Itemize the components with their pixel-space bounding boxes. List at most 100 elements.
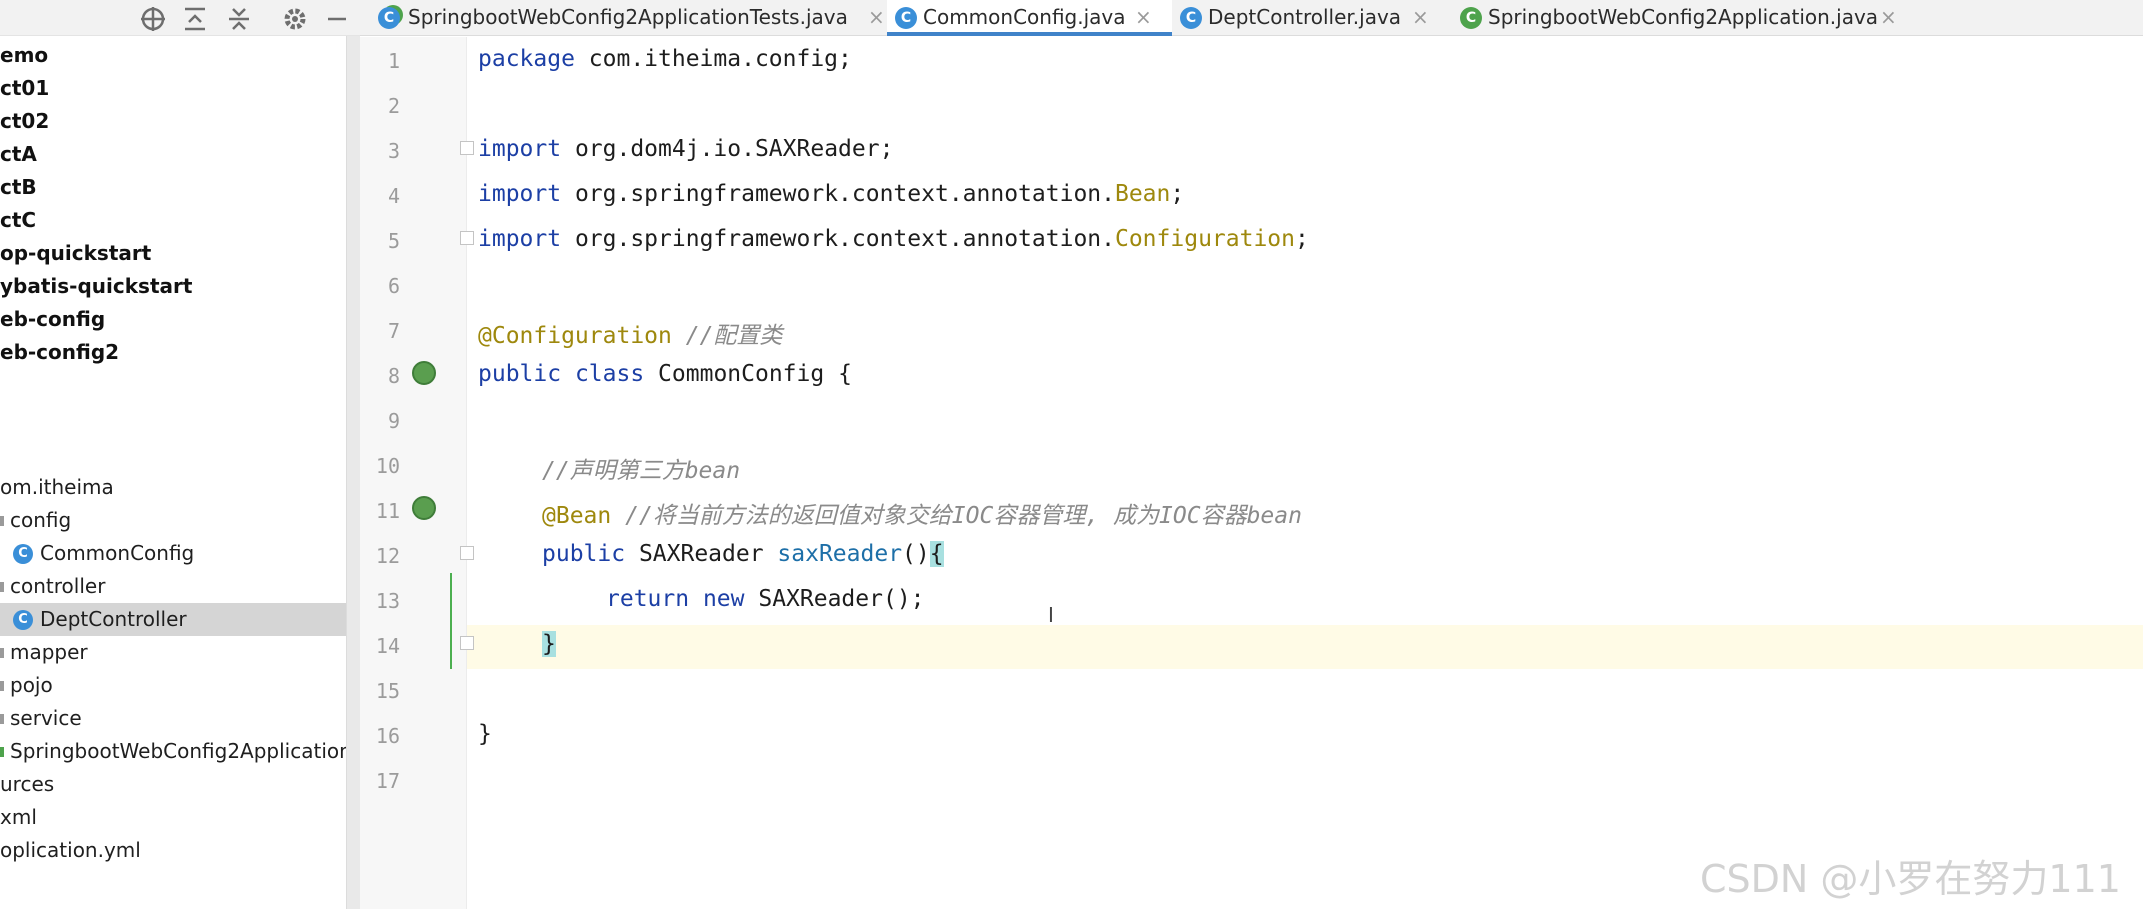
spring-bean-gutter-icon[interactable]: [412, 496, 436, 520]
tree-item-label: mapper: [10, 640, 88, 664]
code-token: {: [929, 541, 944, 567]
tree-item-class-selected[interactable]: C DeptController: [0, 603, 346, 636]
tree-item-module[interactable]: emo: [0, 39, 346, 72]
tree-item-label: CommonConfig: [40, 541, 195, 565]
tree-item-file[interactable]: oplication.yml: [0, 834, 346, 867]
folder-icon: [0, 648, 4, 658]
tab-label: CommonConfig.java: [923, 5, 1126, 29]
folder-icon: [0, 516, 4, 526]
tree-item-label: ybatis-quickstart: [0, 274, 193, 298]
code-token: ;: [1170, 181, 1185, 207]
tree-item-module[interactable]: ctC: [0, 204, 346, 237]
code-token: CommonConfig {: [644, 361, 852, 387]
code-line-16: }: [478, 721, 492, 747]
tree-item-module[interactable]: op-quickstart: [0, 237, 346, 270]
tree-item-module[interactable]: ct01: [0, 72, 346, 105]
code-token: import: [478, 226, 562, 252]
tab-common-config[interactable]: C CommonConfig.java ×: [887, 0, 1172, 36]
tree-item-label: service: [10, 706, 82, 730]
spring-bean-gutter-icon[interactable]: [412, 361, 436, 385]
collapse-all-icon[interactable]: [180, 4, 210, 34]
tree-item-module[interactable]: ctA: [0, 138, 346, 171]
tree-item-label: op-quickstart: [0, 241, 152, 265]
line-number: 6: [387, 274, 400, 298]
code-line-7: @Configuration //配置类: [478, 316, 782, 350]
tab-dept-controller[interactable]: C DeptController.java ×: [1172, 0, 1452, 36]
tree-item-package[interactable]: om.itheima: [0, 471, 346, 504]
fold-icon[interactable]: [460, 546, 474, 560]
class-icon: C: [895, 7, 917, 29]
tree-item-module[interactable]: ctB: [0, 171, 346, 204]
line-number: 2: [387, 94, 400, 118]
close-icon[interactable]: ×: [1880, 0, 1897, 34]
sidebar-scrollbar[interactable]: [346, 36, 360, 909]
line-number: 8: [387, 364, 400, 388]
tree-item-label: eb-config: [0, 307, 106, 331]
tree-item-package[interactable]: mapper: [0, 636, 346, 669]
code-token: @Bean: [542, 503, 612, 529]
fold-icon[interactable]: [460, 231, 474, 245]
class-icon: C: [13, 544, 33, 564]
code-editor[interactable]: 1 2 3 4 5 6 7 8 9 10 11 12 13 14 15 16 1…: [360, 37, 2143, 909]
tree-item-label: ct02: [0, 109, 50, 133]
tab-springboot-web-config2-application[interactable]: C SpringbootWebConfig2Application.java ×: [1452, 0, 1932, 36]
code-token: //将当前方法的返回值对象交给IOC容器管理, 成为IOC容器bean: [611, 503, 1302, 529]
tree-item-module[interactable]: eb-config2: [0, 336, 346, 369]
close-icon[interactable]: ×: [1135, 0, 1152, 34]
tree-item-module[interactable]: eb-config: [0, 303, 346, 336]
minimize-icon[interactable]: [322, 4, 352, 34]
tree-item-package[interactable]: config: [0, 504, 346, 537]
code-token: //声明第三方bean: [542, 458, 741, 484]
tree-item-label: ct01: [0, 76, 50, 100]
settings-gear-icon[interactable]: [280, 4, 310, 34]
line-number: 14: [375, 634, 400, 658]
close-icon[interactable]: ×: [1412, 0, 1429, 34]
fold-icon[interactable]: [460, 141, 474, 155]
tree-item-label: DeptController: [40, 607, 187, 631]
tree-item-folder[interactable]: urces: [0, 768, 346, 801]
tree-item-label: xml: [0, 805, 37, 829]
tree-item-package[interactable]: controller: [0, 570, 346, 603]
line-number: 12: [375, 544, 400, 568]
tree-item-module[interactable]: ct02: [0, 105, 346, 138]
folder-icon: [0, 714, 4, 724]
code-token: package: [478, 46, 575, 72]
tree-item-module[interactable]: ybatis-quickstart: [0, 270, 346, 303]
tree-item-label: urces: [0, 772, 55, 796]
tree-item-package[interactable]: pojo: [0, 669, 346, 702]
tree-item-class[interactable]: SpringbootWebConfig2Application: [0, 735, 346, 768]
line-number: 11: [375, 499, 400, 523]
line-number: 7: [387, 319, 400, 343]
tab-label: SpringbootWebConfig2ApplicationTests.jav…: [408, 5, 848, 29]
fold-icon[interactable]: [460, 636, 474, 650]
line-number: 16: [375, 724, 400, 748]
target-icon[interactable]: [138, 4, 168, 34]
tree-item-label: ctC: [0, 208, 37, 232]
code-token: SAXReader: [625, 541, 778, 567]
tree-item-class[interactable]: C CommonConfig: [0, 537, 346, 570]
project-tree: emo ct01 ct02 ctA ctB ctC op-quickstart …: [0, 36, 346, 909]
close-icon[interactable]: ×: [868, 0, 885, 34]
folder-icon: [0, 582, 4, 592]
tree-item-package[interactable]: service: [0, 702, 346, 735]
project-toolbar: [0, 0, 360, 36]
code-token: Bean: [1114, 181, 1171, 207]
code-token: org.dom4j.io.SAXReader;: [561, 136, 894, 162]
line-number: 4: [387, 184, 400, 208]
expand-all-icon[interactable]: [224, 4, 254, 34]
code-line-8: public class CommonConfig {: [478, 361, 852, 387]
code-token: import: [478, 136, 562, 162]
editor-gutter: 1 2 3 4 5 6 7 8 9 10 11 12 13 14 15 16 1…: [360, 37, 474, 909]
code-line-11: @Bean //将当前方法的返回值对象交给IOC容器管理, 成为IOC容器bea…: [542, 496, 1302, 530]
tree-item-file[interactable]: xml: [0, 801, 346, 834]
text-cursor: I: [1048, 603, 1054, 627]
folder-icon: [0, 681, 4, 691]
tree-item-label: ctA: [0, 142, 37, 166]
code-token: ;: [1295, 226, 1309, 252]
code-token: org.springframework.context.annotation.: [561, 226, 1115, 252]
code-token: public: [542, 541, 626, 567]
spring-app-icon: [0, 747, 4, 757]
line-number: 17: [375, 769, 400, 793]
code-token: saxReader: [777, 541, 903, 567]
code-line-1: package com.itheima.config;: [478, 46, 852, 72]
